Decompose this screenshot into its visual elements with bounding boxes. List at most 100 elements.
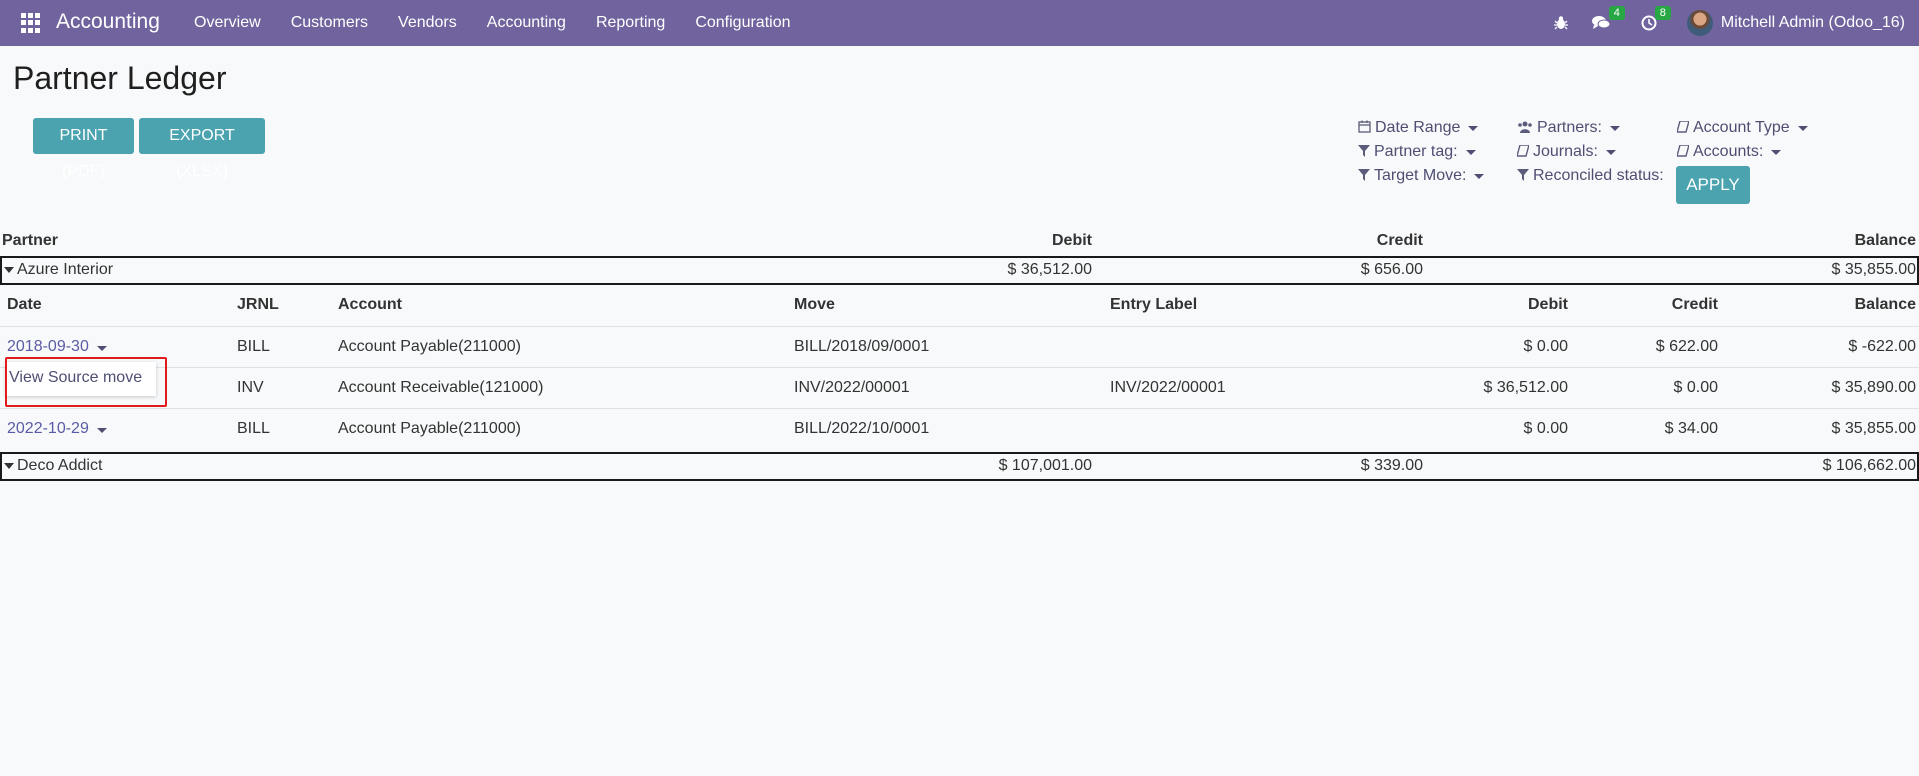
users-icon <box>1517 120 1533 136</box>
partner-debit: $ 36,512.00 <box>1007 261 1092 278</box>
line-balance: $ -622.00 <box>1848 338 1916 355</box>
filter-reconciled[interactable]: Reconciled status: <box>1517 167 1664 185</box>
line-account: Account Payable(211000) <box>338 338 521 355</box>
partner-name[interactable]: Azure Interior <box>4 261 113 279</box>
line-credit: $ 0.00 <box>1673 379 1718 396</box>
line-entry-label: INV/2022/00001 <box>1110 379 1226 396</box>
caret-down-icon <box>4 266 14 273</box>
line-debit: $ 0.00 <box>1523 338 1568 355</box>
sub-col-balance: Balance <box>1854 296 1916 313</box>
filter-date-range-label: Date Range <box>1375 119 1461 136</box>
chevron-down-icon <box>96 428 107 433</box>
partner-balance: $ 106,662.00 <box>1822 457 1916 474</box>
chevron-down-icon <box>1771 149 1782 155</box>
line-jrnl: BILL <box>237 338 270 355</box>
col-partner-header: Partner <box>2 232 59 249</box>
divider <box>0 367 1919 368</box>
avatar <box>1686 10 1713 36</box>
menu-customers[interactable]: Customers <box>291 14 368 32</box>
messages-icon[interactable]: 4 <box>1591 6 1625 31</box>
page-title: Partner Ledger <box>13 60 227 96</box>
user-menu[interactable]: Mitchell Admin (Odoo_16) <box>1686 10 1905 36</box>
systray: 4 8 Mitchell Admin (Odoo_16) <box>1531 0 1905 46</box>
calendar-icon <box>1358 120 1371 136</box>
line-move: BILL/2018/09/0001 <box>794 338 930 355</box>
filter-partner-tag-label: Partner tag: <box>1374 143 1458 160</box>
activity-clock-icon[interactable]: 8 <box>1641 6 1671 31</box>
col-credit-header: Credit <box>1376 232 1423 249</box>
filter-accounts[interactable]: Accounts: <box>1676 143 1782 161</box>
user-name: Mitchell Admin (Odoo_16) <box>1720 14 1905 31</box>
menu-configuration[interactable]: Configuration <box>695 14 790 32</box>
messages-badge: 4 <box>1608 6 1625 20</box>
filter-account-type[interactable]: Account Type <box>1676 119 1808 137</box>
filter-reconciled-label: Reconciled status: <box>1533 167 1664 184</box>
book-icon <box>1676 120 1690 136</box>
sub-col-entry-label: Entry Label <box>1110 296 1198 313</box>
line-move: INV/2022/00001 <box>794 379 910 396</box>
filter-target-move[interactable]: Target Move: <box>1358 167 1485 185</box>
apply-button[interactable]: APPLY <box>1676 166 1750 204</box>
sub-col-jrnl: JRNL <box>237 296 279 313</box>
sub-col-credit: Credit <box>1671 296 1718 313</box>
filter-icon <box>1358 144 1370 160</box>
menu-vendors[interactable]: Vendors <box>398 14 457 32</box>
main-menu: Overview Customers Vendors Accounting Re… <box>194 0 820 46</box>
partner-credit: $ 656.00 <box>1360 261 1423 278</box>
sub-col-move: Move <box>794 296 835 313</box>
filter-journals[interactable]: Journals: <box>1516 143 1616 161</box>
book-icon <box>1516 144 1530 160</box>
top-navbar: Accounting Overview Customers Vendors Ac… <box>0 0 1919 46</box>
partner-credit: $ 339.00 <box>1360 457 1423 474</box>
divider <box>0 408 1919 409</box>
activities-badge: 8 <box>1654 6 1671 20</box>
menu-overview[interactable]: Overview <box>194 14 261 32</box>
line-account: Account Receivable(121000) <box>338 379 544 396</box>
filter-journals-label: Journals: <box>1533 143 1598 160</box>
print-pdf-button[interactable]: PRINT (PDF) <box>33 118 134 180</box>
line-move: BILL/2022/10/0001 <box>794 420 930 437</box>
divider <box>0 326 1919 327</box>
menu-reporting[interactable]: Reporting <box>596 14 665 32</box>
line-credit: $ 34.00 <box>1664 420 1718 437</box>
chevron-down-icon <box>1465 149 1476 155</box>
partner-name[interactable]: Deco Addict <box>4 457 102 475</box>
chevron-down-icon <box>1605 149 1616 155</box>
line-account: Account Payable(211000) <box>338 420 521 437</box>
export-xlsx-button[interactable]: EXPORT (XLSX) <box>139 118 265 180</box>
filter-account-type-label: Account Type <box>1693 119 1790 136</box>
chevron-down-icon <box>1474 173 1485 179</box>
dropdown-highlight <box>5 357 167 407</box>
filter-partners[interactable]: Partners: <box>1517 119 1620 137</box>
line-jrnl: INV <box>237 379 264 396</box>
col-debit-header: Debit <box>1052 232 1092 249</box>
filter-accounts-label: Accounts: <box>1693 143 1764 160</box>
line-date-dropdown[interactable]: 2022-10-29 <box>7 420 107 438</box>
line-date-dropdown[interactable]: 2018-09-30 <box>7 338 107 356</box>
line-debit: $ 0.00 <box>1523 420 1568 437</box>
chevron-down-icon <box>96 346 107 351</box>
caret-down-icon <box>4 462 14 469</box>
filter-target-move-label: Target Move: <box>1374 167 1467 184</box>
sub-col-date: Date <box>7 296 42 313</box>
line-credit: $ 622.00 <box>1655 338 1718 355</box>
filter-partner-tag[interactable]: Partner tag: <box>1358 143 1476 161</box>
app-title[interactable]: Accounting <box>56 10 160 34</box>
partner-balance: $ 35,855.00 <box>1831 261 1916 278</box>
apps-menu-icon[interactable] <box>21 13 41 33</box>
line-jrnl: BILL <box>237 420 270 437</box>
col-balance-header: Balance <box>1854 232 1916 249</box>
line-balance: $ 35,890.00 <box>1831 379 1916 396</box>
partner-debit: $ 107,001.00 <box>998 457 1092 474</box>
sub-col-debit: Debit <box>1528 296 1568 313</box>
line-debit: $ 36,512.00 <box>1483 379 1568 396</box>
filter-partners-label: Partners: <box>1537 119 1602 136</box>
line-balance: $ 35,855.00 <box>1831 420 1916 437</box>
filter-date-range[interactable]: Date Range <box>1358 119 1479 137</box>
chevron-down-icon <box>1797 125 1808 131</box>
filter-icon <box>1358 168 1370 184</box>
book-icon <box>1676 144 1690 160</box>
chevron-down-icon <box>1609 125 1620 131</box>
debug-bug-icon[interactable] <box>1553 15 1569 31</box>
menu-accounting[interactable]: Accounting <box>487 14 566 32</box>
